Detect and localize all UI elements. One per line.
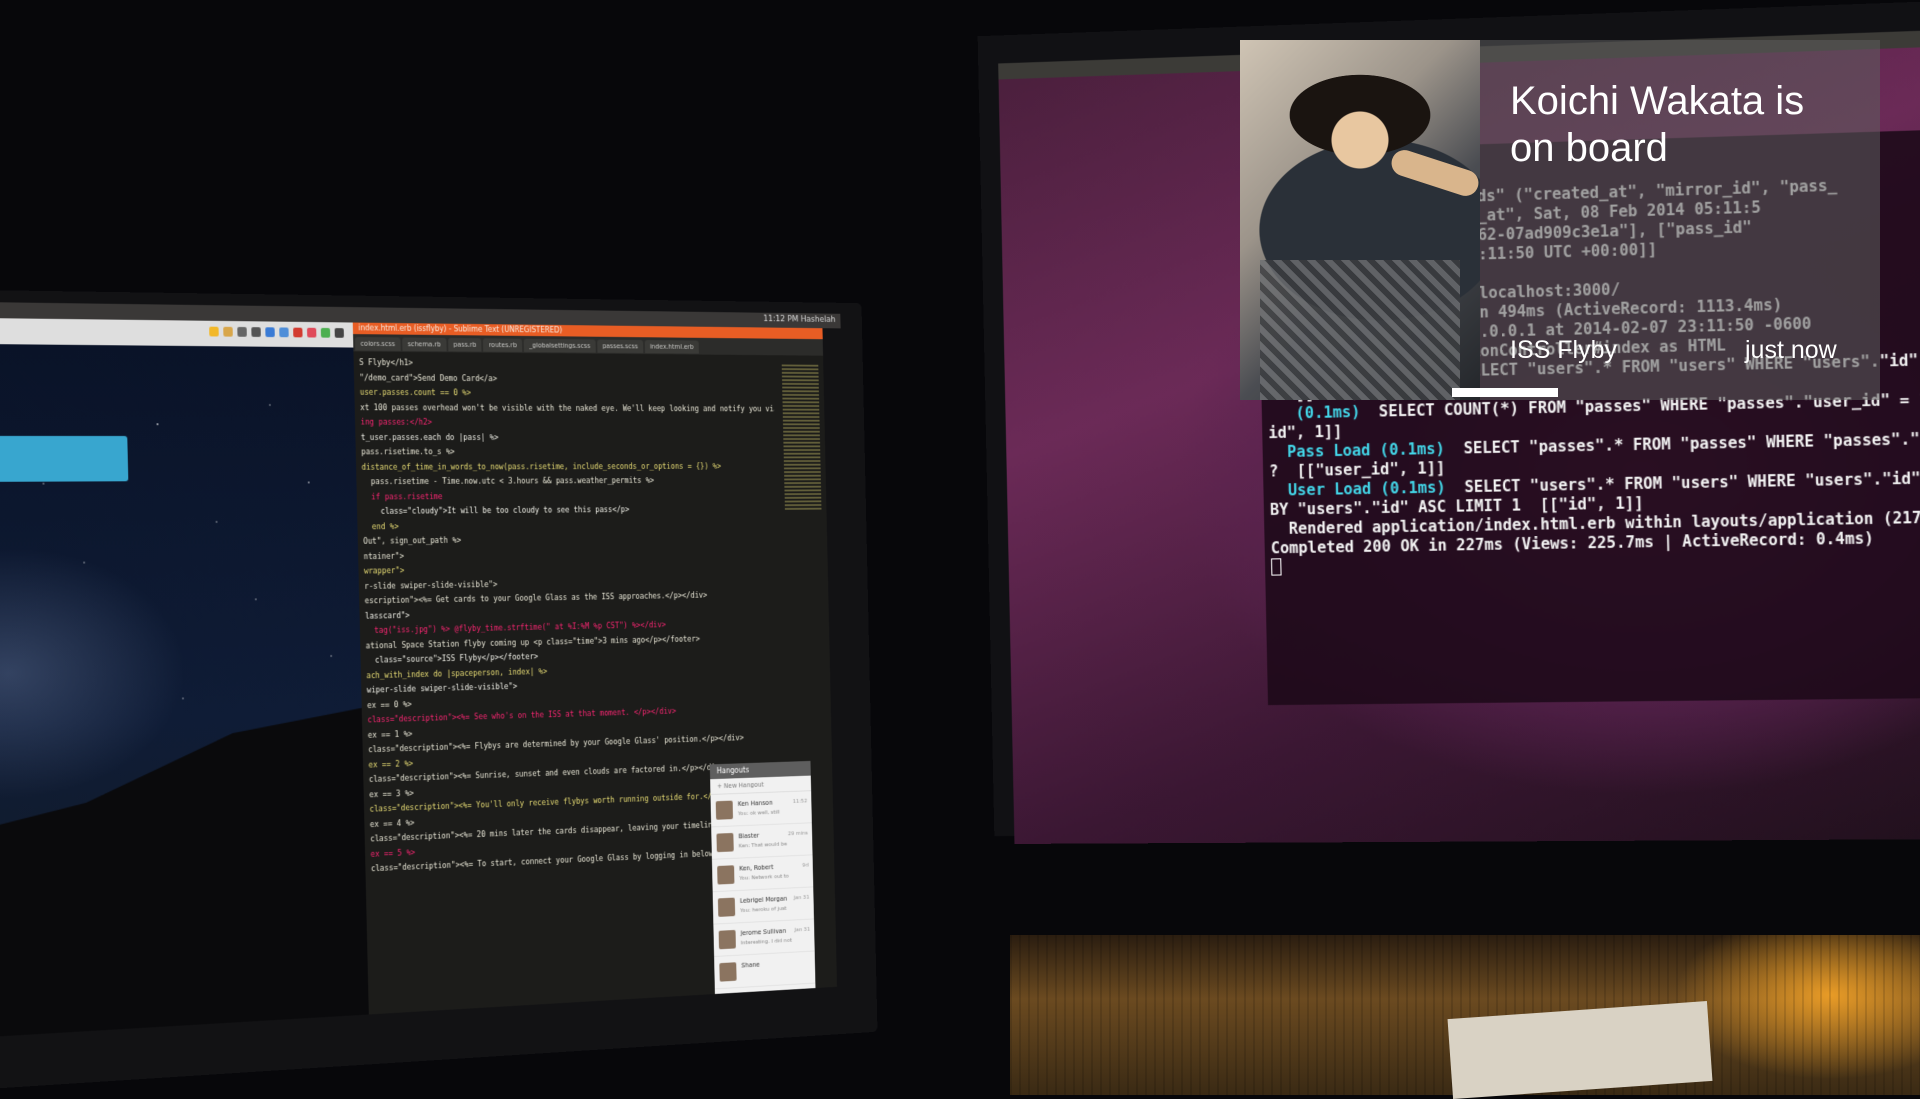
hangout-snippet: Ken: That would be xyxy=(739,841,788,850)
terminal-text: ? [["user_id", 1]] xyxy=(1269,459,1445,481)
hangout-item[interactable]: Ken HansonYou: ok well, still 11:52 xyxy=(710,791,811,827)
photo-machinery xyxy=(1260,260,1460,400)
terminal-text: id", 1]] xyxy=(1268,422,1342,442)
tab-colors-scss[interactable]: colors.scss xyxy=(355,337,401,351)
terminal-indent xyxy=(1269,443,1288,462)
hill-silhouette xyxy=(0,696,369,1038)
avatar xyxy=(718,898,735,917)
code-line: pass.risetime.to_s %> xyxy=(361,445,775,460)
tab-passes-scss[interactable]: passes.scss xyxy=(597,340,643,354)
astronaut-photo xyxy=(1240,40,1480,400)
stop-icon[interactable] xyxy=(293,328,302,338)
hangouts-panel[interactable]: Hangouts + New Hangout Ken HansonYou: ok… xyxy=(710,761,816,994)
avatar xyxy=(719,930,736,949)
code-line: t_user.passes.each do |pass| %> xyxy=(361,430,775,445)
terminal-indent xyxy=(1268,404,1296,423)
hangout-snippet: Interesting. I did not xyxy=(741,937,792,946)
starfield-page xyxy=(0,344,369,1038)
terminal-query-label: User Load (0.1ms) xyxy=(1288,478,1446,499)
hangout-time: Jan 31 xyxy=(794,926,810,933)
bookmark-star-icon[interactable] xyxy=(209,327,219,337)
avatar xyxy=(719,962,736,981)
card-source: ISS Flyby xyxy=(1510,336,1617,365)
cloud-icon[interactable] xyxy=(279,327,288,337)
pen-icon[interactable] xyxy=(251,327,261,337)
hangout-item[interactable]: Ken, RobertYou: Network out to 9d xyxy=(712,855,813,892)
card-title: Koichi Wakata is on board xyxy=(1510,78,1850,172)
photo-arm xyxy=(1388,147,1480,200)
hangout-snippet: You: Network out to xyxy=(739,873,789,882)
hangout-time: 11:52 xyxy=(793,798,808,805)
terminal-cursor xyxy=(1271,558,1282,575)
hangout-time: 29 mins xyxy=(788,830,808,837)
top-panel-status: 11:12 PM Hashelah xyxy=(763,315,835,325)
avatar xyxy=(716,801,733,820)
hangout-snippet: You: ok well, still xyxy=(738,809,780,817)
extension-green-icon[interactable] xyxy=(321,328,330,338)
terminal-query-label: Pass Load (0.1ms) xyxy=(1287,440,1445,461)
card-progress-indicator xyxy=(1452,388,1558,397)
hangout-name: Ken Hanson xyxy=(738,799,773,808)
hangout-name: Blaster xyxy=(738,832,759,840)
left-monitor: 11:12 PM Hashelah index.html.erb (issfly… xyxy=(0,290,877,1090)
menu-icon[interactable] xyxy=(335,328,344,338)
hangout-name: Lebrigel Morgan xyxy=(740,895,788,905)
folder-icon[interactable] xyxy=(223,327,233,337)
hangout-snippet: You: heroku of just xyxy=(740,905,787,914)
hangout-name: Jerome Sullivan xyxy=(741,927,787,937)
tab-index-html-erb[interactable]: index.html.erb xyxy=(645,340,699,354)
code-line: user.passes.count == 0 %> xyxy=(360,385,774,402)
browser-extension-icons xyxy=(209,327,344,338)
code-line: distance_of_time_in_words_to_now(pass.ri… xyxy=(361,459,775,475)
screen-icon[interactable] xyxy=(237,327,247,337)
terminal-indent xyxy=(1269,481,1288,500)
terminal-query-label: (0.1ms) xyxy=(1295,403,1360,423)
browser-window[interactable] xyxy=(0,318,369,1038)
pocket-icon[interactable] xyxy=(307,328,316,338)
hangout-name: Ken, Robert xyxy=(739,863,773,872)
code-line: xt 100 passes overhead won't be visible … xyxy=(360,400,774,416)
avatar xyxy=(716,833,733,852)
tab-pass-rb[interactable]: pass.rb xyxy=(448,338,482,352)
hangout-item[interactable]: BlasterKen: That would be29 mins xyxy=(711,823,812,860)
tab-globalsettings-scss[interactable]: _globalsettings.scss xyxy=(524,339,596,353)
globe-icon[interactable] xyxy=(265,327,275,337)
glass-card[interactable]: Koichi Wakata is on board ISS Flyby just… xyxy=(1240,40,1880,400)
page-button-bar[interactable] xyxy=(0,436,128,482)
tab-schema-rb[interactable]: schema.rb xyxy=(402,337,446,351)
editor-minimap[interactable] xyxy=(782,365,822,512)
browser-toolbar xyxy=(0,318,353,348)
avatar xyxy=(717,865,734,884)
hangout-time: Jan 31 xyxy=(794,894,810,901)
tab-routes-rb[interactable]: routes.rb xyxy=(483,338,522,352)
code-line: ing passes:</h2> xyxy=(360,415,774,430)
hangout-time: 9d xyxy=(802,862,808,869)
hangout-list: Ken HansonYou: ok well, still 11:52 Blaste… xyxy=(710,791,815,989)
card-timestamp: just now xyxy=(1745,336,1837,365)
hangout-name: Shane xyxy=(741,961,760,969)
hangout-item[interactable]: Shane xyxy=(714,951,815,989)
hangout-item[interactable]: Lebrigel MorganYou: heroku of just Jan 31 xyxy=(713,887,814,924)
